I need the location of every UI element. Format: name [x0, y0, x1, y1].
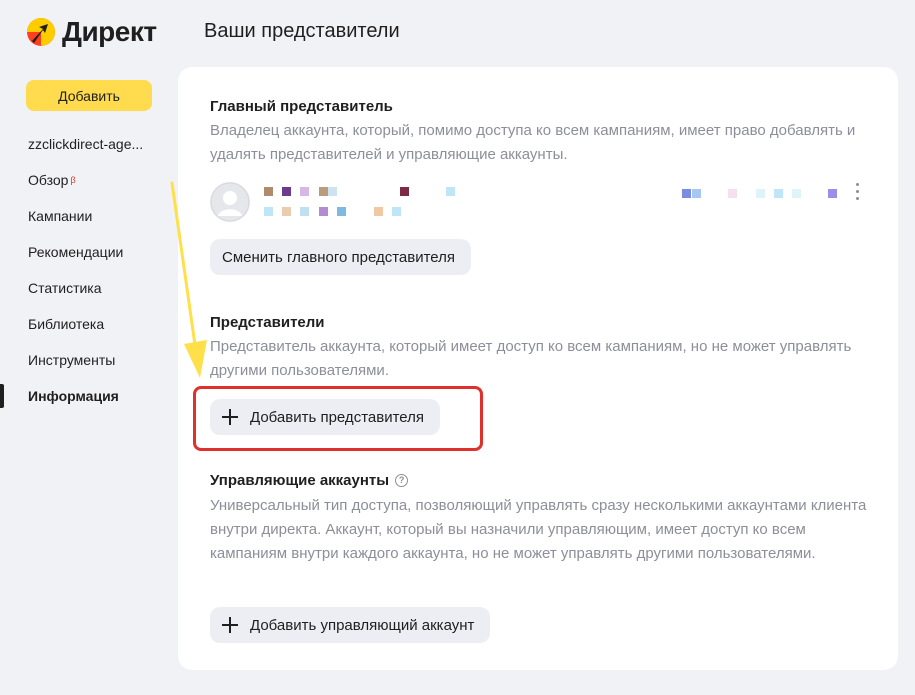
user-icon [210, 182, 250, 222]
help-icon[interactable]: ? [395, 474, 409, 487]
sidebar-item-label: Обзор [28, 172, 69, 188]
main-rep-description: Владелец аккаунта, который, помимо досту… [210, 122, 856, 163]
plus-icon [222, 617, 238, 633]
beta-badge: β [70, 175, 76, 185]
logo-text: Директ [62, 16, 157, 47]
representatives-card: Главный представитель Владелец аккаунта,… [178, 67, 898, 670]
change-main-rep-button[interactable]: Сменить главного представителя [210, 239, 472, 275]
reps-description: Представитель аккаунта, который имеет до… [210, 338, 852, 379]
main-rep-title: Главный представитель [210, 98, 393, 115]
avatar [210, 182, 250, 222]
yandex-logo-icon [26, 17, 56, 47]
sidebar-item-information[interactable]: Информация [0, 378, 160, 414]
more-vertical-icon[interactable] [855, 183, 859, 203]
reps-title: Представители [210, 314, 325, 331]
sidebar-nav: zzclickdirect-age... Обзор β Кампании Ре… [0, 126, 160, 414]
sidebar-item-tools[interactable]: Инструменты [0, 342, 160, 378]
sidebar-item-statistics[interactable]: Статистика [0, 270, 160, 306]
add-manager-account-label: Добавить управляющий аккаунт [250, 616, 475, 634]
managers-title-text: Управляющие аккаунты [210, 472, 390, 489]
add-button[interactable]: Добавить [26, 80, 152, 111]
sidebar-item-overview[interactable]: Обзор β [0, 162, 160, 198]
add-manager-account-button[interactable]: Добавить управляющий аккаунт [210, 607, 491, 643]
sidebar-item-campaigns[interactable]: Кампании [0, 198, 160, 234]
add-representative-label: Добавить представителя [250, 408, 425, 426]
managers-title: Управляющие аккаунты ? [210, 472, 409, 489]
add-representative-button[interactable]: Добавить представителя [210, 399, 441, 435]
sidebar-account[interactable]: zzclickdirect-age... [0, 126, 160, 162]
sidebar-item-library[interactable]: Библиотека [0, 306, 160, 342]
sidebar-item-recommendations[interactable]: Рекомендации [0, 234, 160, 270]
managers-description: Универсальный тип доступа, позволяющий у… [210, 497, 867, 562]
logo[interactable]: Директ [26, 16, 157, 48]
plus-icon [222, 409, 238, 425]
page-title: Ваши представители [204, 20, 400, 42]
